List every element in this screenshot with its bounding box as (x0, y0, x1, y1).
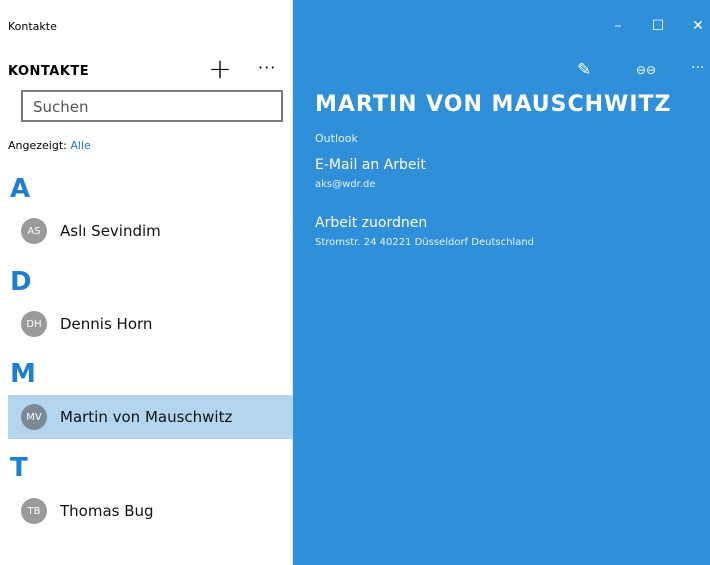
close-button[interactable]: ✕ (683, 18, 710, 34)
add-contact-button[interactable]: + (207, 55, 233, 83)
plus-icon: + (208, 52, 232, 85)
email-link[interactable]: E-Mail an Arbeit (315, 157, 426, 173)
more-icon: ··· (691, 60, 705, 76)
contact-row-dennis[interactable]: DH Dennis Horn (8, 302, 293, 346)
link-button[interactable]: ⊖⊖ (636, 63, 656, 77)
email-value: aks@wdr.de (315, 179, 376, 190)
contact-name: Martin von Mauschwitz (60, 408, 233, 426)
list-more-button[interactable]: ··· (258, 58, 276, 77)
pencil-icon: ✎ (577, 60, 592, 80)
avatar: TB (21, 498, 47, 524)
contacts-window: Kontakte KONTAKTE + ··· Suchen Angezeigt… (0, 0, 710, 565)
contact-detail-pane: – ☐ ✕ ✎ ⊖⊖ ··· MARTIN VON MAUSCHWITZ Out… (293, 0, 710, 565)
more-icon: ··· (258, 58, 277, 77)
group-letter-d[interactable]: D (10, 267, 32, 297)
address-value: Stromstr. 24 40221 Düsseldorf Deutschlan… (315, 237, 535, 248)
filter-link[interactable]: Alle (70, 139, 90, 152)
list-heading: KONTAKTE (8, 64, 90, 79)
contact-row-asli[interactable]: AS Aslı Sevindim (8, 209, 293, 253)
contact-source: Outlook (315, 132, 358, 145)
avatar: AS (21, 218, 47, 244)
contact-name: Thomas Bug (60, 502, 154, 520)
avatar: DH (21, 311, 47, 337)
contact-name-heading: MARTIN VON MAUSCHWITZ (315, 92, 672, 117)
filter-line: Angezeigt: Alle (8, 139, 91, 152)
minimize-button[interactable]: – (603, 18, 633, 34)
contact-name: Dennis Horn (60, 315, 153, 333)
detail-more-button[interactable]: ··· (691, 60, 704, 76)
group-letter-a[interactable]: A (10, 174, 30, 204)
address-link[interactable]: Arbeit zuordnen (315, 215, 427, 231)
maximize-button[interactable]: ☐ (643, 18, 673, 34)
app-title: Kontakte (8, 20, 57, 33)
group-letter-t[interactable]: T (10, 453, 28, 483)
edit-button[interactable]: ✎ (577, 60, 591, 80)
group-letter-m[interactable]: M (10, 359, 36, 389)
search-input[interactable]: Suchen (21, 90, 283, 122)
contacts-list-pane: Kontakte KONTAKTE + ··· Suchen Angezeigt… (0, 0, 293, 565)
contact-name: Aslı Sevindim (60, 222, 161, 240)
filter-label: Angezeigt: (8, 139, 67, 152)
contact-row-martin[interactable]: MV Martin von Mauschwitz (8, 395, 293, 439)
contact-row-thomas[interactable]: TB Thomas Bug (8, 489, 293, 533)
avatar: MV (21, 404, 47, 430)
link-icon: ⊖⊖ (636, 63, 657, 77)
